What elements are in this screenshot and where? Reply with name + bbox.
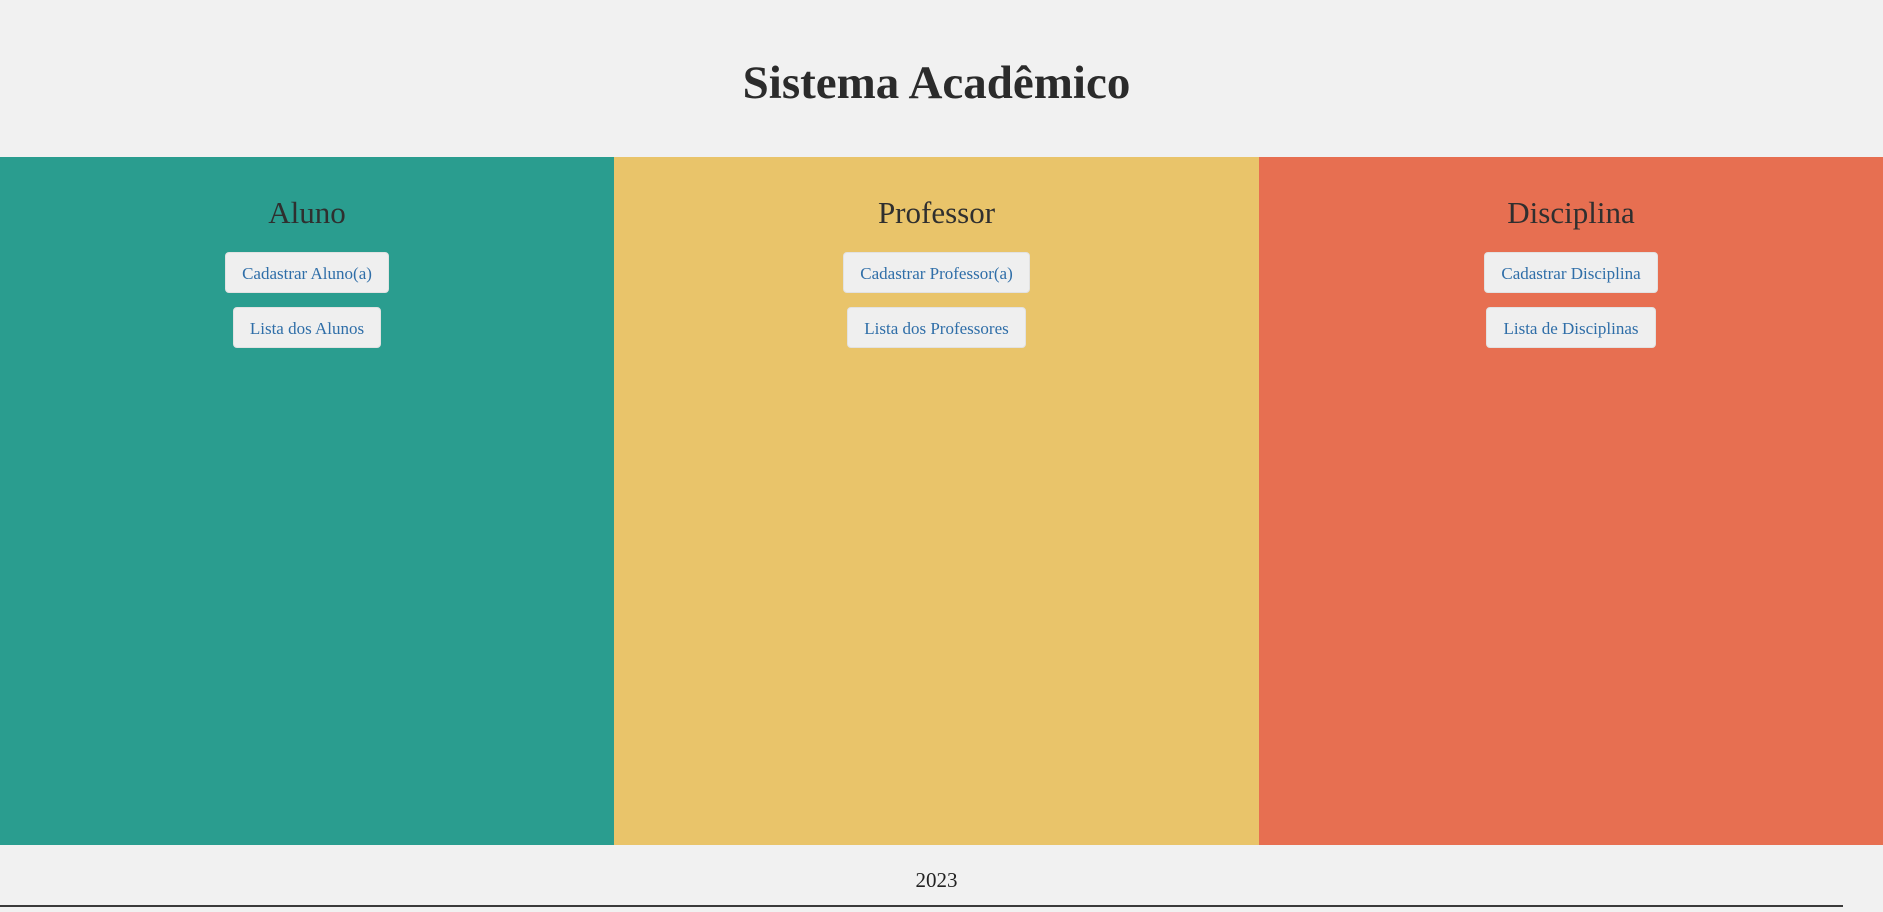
- footer-year: 2023: [915, 868, 958, 892]
- panel-title-disciplina: Disciplina: [1507, 195, 1635, 230]
- bottom-divider: [0, 905, 1843, 907]
- page-title: Sistema Acadêmico: [742, 57, 1131, 109]
- panels-container: Aluno Cadastrar Aluno(a) Lista dos Aluno…: [0, 157, 1883, 845]
- panel-title-professor: Professor: [877, 195, 996, 230]
- panel-professor: Professor Cadastrar Professor(a) Lista d…: [614, 157, 1259, 845]
- cadastrar-aluno-button[interactable]: Cadastrar Aluno(a): [225, 252, 389, 293]
- page-footer: 2023: [0, 845, 1883, 905]
- panel-aluno: Aluno Cadastrar Aluno(a) Lista dos Aluno…: [0, 157, 614, 845]
- cadastrar-professor-button[interactable]: Cadastrar Professor(a): [843, 252, 1030, 293]
- page-header: Sistema Acadêmico: [0, 0, 1883, 157]
- panel-disciplina: Disciplina Cadastrar Disciplina Lista de…: [1259, 157, 1883, 845]
- lista-professores-button[interactable]: Lista dos Professores: [847, 307, 1026, 348]
- panel-title-aluno: Aluno: [268, 195, 346, 230]
- lista-disciplinas-button[interactable]: Lista de Disciplinas: [1486, 307, 1656, 348]
- cadastrar-disciplina-button[interactable]: Cadastrar Disciplina: [1484, 252, 1658, 293]
- lista-alunos-button[interactable]: Lista dos Alunos: [232, 307, 382, 348]
